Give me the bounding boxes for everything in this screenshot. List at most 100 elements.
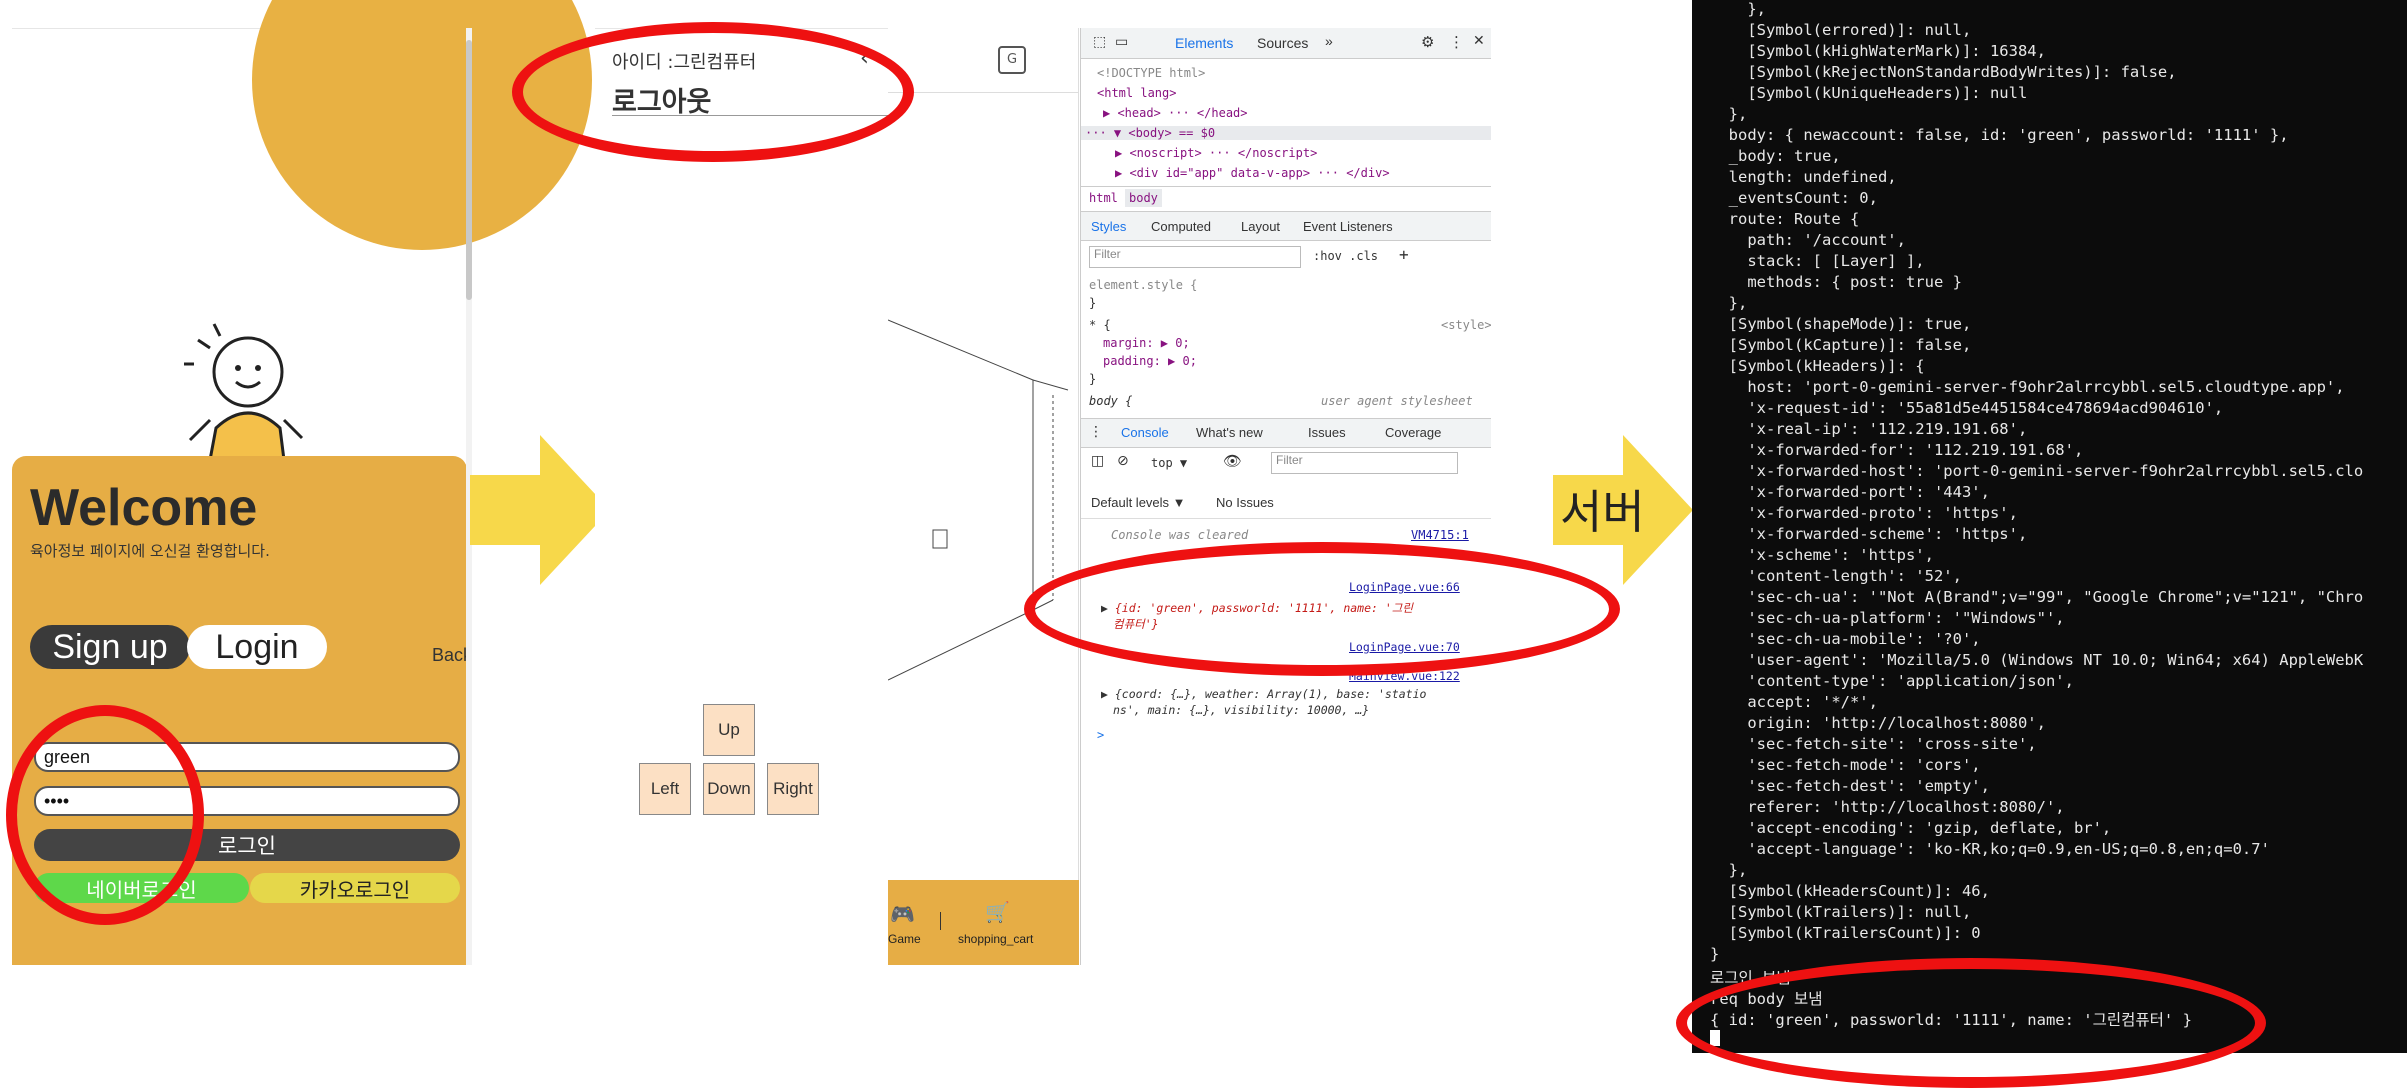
- console-prompt[interactable]: >: [1097, 728, 1104, 742]
- login-tab-button[interactable]: Login: [187, 625, 327, 669]
- nav-game-label[interactable]: Game: [888, 932, 921, 946]
- nav-cart-label[interactable]: shopping_cart: [958, 932, 1033, 946]
- crumb-html[interactable]: html: [1089, 191, 1118, 205]
- console-cleared-source[interactable]: VM4715:1: [1411, 528, 1469, 542]
- style-margin: margin: ▶ 0;: [1103, 336, 1190, 350]
- sidebar-toggle-icon[interactable]: ◫: [1091, 453, 1104, 469]
- tab-sources[interactable]: Sources: [1257, 35, 1308, 51]
- back-link[interactable]: Back: [432, 645, 467, 666]
- dpad-up-button[interactable]: Up: [703, 704, 755, 756]
- terminal-line: 'sec-ch-ua-platform': '"Windows"',: [1710, 609, 2065, 627]
- hov-cls-toggle[interactable]: :hov .cls: [1313, 249, 1378, 263]
- terminal-line: [Symbol(kTrailers)]: null,: [1710, 903, 1972, 921]
- terminal-line: 'sec-ch-ua': '"Not A(Brand";v="99", "Goo…: [1710, 588, 2364, 606]
- terminal-line: origin: 'http://localhost:8080',: [1710, 714, 2046, 732]
- tab-styles[interactable]: Styles: [1091, 219, 1126, 234]
- terminal-line: route: Route {: [1710, 210, 1860, 228]
- highlight-ring-user-id: [512, 22, 914, 162]
- clear-console-icon[interactable]: ⊘: [1117, 453, 1129, 469]
- terminal-line: 'sec-fetch-dest': 'empty',: [1710, 777, 1990, 795]
- dom-doctype[interactable]: <!DOCTYPE html>: [1097, 66, 1205, 80]
- terminal-line: 'sec-ch-ua-mobile': '?0',: [1710, 630, 1981, 648]
- tab-coverage[interactable]: Coverage: [1385, 425, 1441, 440]
- more-tabs-icon[interactable]: »: [1325, 33, 1333, 49]
- styles-toolbar: [1081, 212, 1491, 241]
- terminal-line: [Symbol(kTrailersCount)]: 0: [1710, 924, 1981, 942]
- log3-object[interactable]: ▶ {coord: {…}, weather: Array(1), base: …: [1101, 687, 1426, 701]
- terminal-line: 'accept-encoding': 'gzip, deflate, br',: [1710, 819, 2112, 837]
- signup-tab-button[interactable]: Sign up: [30, 625, 190, 669]
- terminal-line: body: { newaccount: false, id: 'green', …: [1710, 126, 2289, 144]
- terminal-line: methods: { post: true }: [1710, 273, 1962, 291]
- terminal-line: [Symbol(errored)]: null,: [1710, 21, 1972, 39]
- dom-body-text: <body> == $0: [1128, 126, 1216, 140]
- drawer-menu-icon[interactable]: ⋮: [1089, 424, 1103, 440]
- crumb-body[interactable]: body: [1125, 189, 1162, 207]
- tab-computed[interactable]: Computed: [1151, 219, 1211, 234]
- device-toggle-icon[interactable]: ▭: [1115, 34, 1128, 50]
- style-element-close: }: [1089, 296, 1097, 310]
- context-select[interactable]: top ▼: [1151, 456, 1187, 470]
- dom-head[interactable]: ▶ <head> ··· </head>: [1103, 106, 1248, 120]
- terminal-line: 'x-forwarded-for': '112.219.191.68',: [1710, 441, 2084, 459]
- close-icon[interactable]: ✕: [1473, 33, 1485, 49]
- console-cleared-msg: Console was cleared: [1111, 528, 1249, 542]
- scrollbar-thumb[interactable]: [466, 40, 472, 300]
- kakao-login-button[interactable]: 카카오로그인: [250, 873, 460, 903]
- eye-icon[interactable]: 👁: [1223, 452, 1242, 470]
- terminal-line: 'content-length': '52',: [1710, 567, 1962, 585]
- terminal-line: 'x-forwarded-proto': 'https',: [1710, 504, 2018, 522]
- terminal-line: 'x-scheme': 'https',: [1710, 546, 1934, 564]
- kebab-menu-icon[interactable]: ⋮: [1449, 33, 1464, 51]
- ua-stylesheet-label: user agent stylesheet: [1321, 394, 1473, 408]
- tab-console[interactable]: Console: [1121, 425, 1169, 440]
- terminal-line: [Symbol(kRejectNonStandardBodyWrites)]: …: [1710, 63, 2177, 81]
- terminal-line: _body: true,: [1710, 147, 1841, 165]
- tab-issues[interactable]: Issues: [1308, 425, 1346, 440]
- tab-layout[interactable]: Layout: [1241, 219, 1280, 234]
- tab-event-listeners[interactable]: Event Listeners: [1303, 219, 1393, 234]
- terminal-line: 'sec-fetch-site': 'cross-site',: [1710, 735, 2037, 753]
- cart-icon[interactable]: 🛒: [985, 900, 1010, 924]
- terminal-line: },: [1710, 105, 1748, 123]
- console-filter-input[interactable]: Filter: [1271, 452, 1458, 474]
- terminal-line: [Symbol(kCapture)]: false,: [1710, 336, 1972, 354]
- log3-text: {coord: {…}, weather: Array(1), base: 's…: [1114, 687, 1427, 701]
- inspect-icon[interactable]: ⬚: [1093, 34, 1106, 50]
- styles-filter-input[interactable]: Filter: [1089, 246, 1301, 268]
- terminal-line: 'x-forwarded-scheme': 'https',: [1710, 525, 2028, 543]
- highlight-ring-login-fields: [6, 705, 204, 925]
- dom-body-selected[interactable]: ··· ▼ <body> == $0: [1081, 126, 1491, 140]
- terminal-line: 'x-forwarded-port': '443',: [1710, 483, 1990, 501]
- terminal-line: 'accept-language': 'ko-KR,ko;q=0.9,en-US…: [1710, 840, 2270, 858]
- dom-html[interactable]: <html lang>: [1097, 86, 1176, 100]
- add-rule-icon[interactable]: +: [1399, 245, 1409, 264]
- dpad-down-button[interactable]: Down: [703, 763, 755, 815]
- bottom-nav-bar: [888, 880, 1079, 965]
- style-body: body {: [1089, 394, 1133, 408]
- terminal-line: length: undefined,: [1710, 168, 1897, 186]
- tab-whats-new[interactable]: What's new: [1196, 425, 1263, 440]
- style-universal: * {: [1089, 318, 1111, 332]
- dom-head-text: <head> ··· </head>: [1117, 106, 1248, 120]
- dpad-right-button[interactable]: Right: [767, 763, 819, 815]
- dom-app-div[interactable]: ▶ <div id="app" data-v-app> ··· </div>: [1115, 166, 1390, 180]
- highlight-ring-terminal-output: [1676, 958, 2266, 1088]
- translate-icon[interactable]: G: [998, 46, 1026, 74]
- log-levels-select[interactable]: Default levels ▼: [1091, 495, 1186, 510]
- style-source-link[interactable]: <style>: [1441, 318, 1491, 332]
- dom-noscript[interactable]: ▶ <noscript> ··· </noscript>: [1115, 146, 1317, 160]
- style-element: element.style {: [1089, 278, 1198, 292]
- terminal-line: referer: 'http://localhost:8080/',: [1710, 798, 2065, 816]
- gear-icon[interactable]: ⚙: [1421, 33, 1434, 51]
- issues-count[interactable]: No Issues: [1216, 495, 1274, 510]
- game-icon[interactable]: 🎮: [890, 902, 915, 926]
- terminal-line: 'sec-fetch-mode': 'cors',: [1710, 756, 1981, 774]
- terminal-line: [Symbol(kHeaders)]: {: [1710, 357, 1925, 375]
- tab-elements[interactable]: Elements: [1175, 35, 1233, 51]
- terminal-line: 'x-real-ip': '112.219.191.68',: [1710, 420, 2028, 438]
- dpad-left-button[interactable]: Left: [639, 763, 691, 815]
- terminal-line: [Symbol(kUniqueHeaders)]: null: [1710, 84, 2028, 102]
- terminal-line: },: [1710, 0, 1766, 18]
- terminal-line: [Symbol(kHighWaterMark)]: 16384,: [1710, 42, 2046, 60]
